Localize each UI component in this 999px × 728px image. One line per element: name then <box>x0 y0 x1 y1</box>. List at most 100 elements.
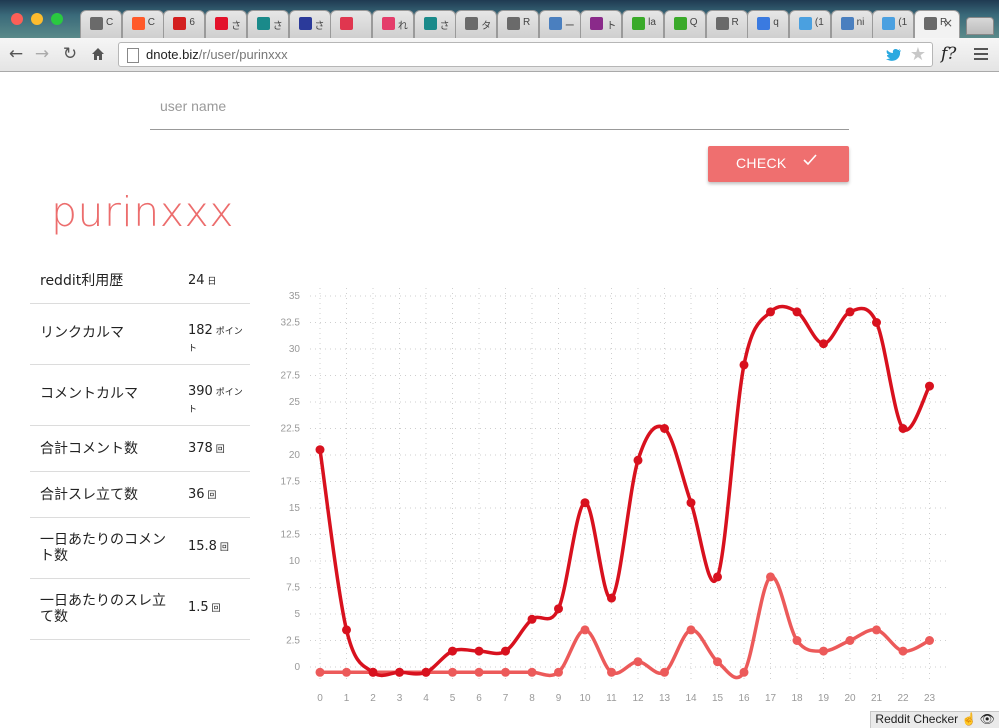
forward-arrow-icon[interactable]: → <box>32 44 52 64</box>
bookmark-star-icon[interactable]: ★ <box>910 44 926 65</box>
browser-tab[interactable]: (1 <box>788 10 831 38</box>
data-point <box>554 667 563 677</box>
maximize-window-button[interactable] <box>51 13 63 25</box>
hatena-icon <box>423 17 437 30</box>
back-arrow-icon[interactable]: ← <box>6 44 26 64</box>
username-field[interactable] <box>150 90 861 130</box>
data-point <box>501 646 510 656</box>
stat-row: 一日あたりのコメント数 15.8 回 <box>30 518 250 579</box>
browser-tab[interactable]: R × <box>914 10 960 38</box>
reload-icon[interactable]: ↻ <box>60 44 80 64</box>
data-point <box>686 498 696 508</box>
reddit-icon <box>840 17 854 30</box>
hand-icon: ☝ <box>961 712 977 726</box>
browser-tab[interactable]: さ <box>246 10 289 38</box>
browser-tab[interactable]: ni <box>830 10 873 38</box>
stat-label: リンクカルマ <box>40 325 124 341</box>
check-button-label: CHECK <box>736 155 787 171</box>
data-point <box>527 667 537 677</box>
browser-tab[interactable]: タ <box>455 10 498 38</box>
stat-unit: 日 <box>204 277 217 287</box>
data-point <box>819 339 828 349</box>
home-icon[interactable] <box>88 44 108 64</box>
tab-strip: C C 6 さ さ さ れ さ タ R ー ト la Q Rq (1 ni (1 R × <box>0 0 999 38</box>
data-point <box>660 667 669 677</box>
browser-tab[interactable] <box>330 10 373 38</box>
data-point <box>527 614 537 624</box>
menu-icon[interactable] <box>974 48 988 60</box>
browser-tab[interactable]: C <box>121 10 164 38</box>
stat-row: コメントカルマ 390 ポイント <box>30 365 250 426</box>
browser-tab[interactable]: C <box>80 10 122 38</box>
x-tick-label: 22 <box>897 693 909 704</box>
series-line-0 <box>318 304 932 678</box>
tab-title: タ <box>481 21 492 32</box>
new-tab-button[interactable] <box>966 17 994 35</box>
browser-tab[interactable]: la <box>622 10 665 38</box>
tab-title: (1 <box>898 17 908 28</box>
username-input[interactable] <box>150 90 861 122</box>
browser-tab[interactable]: R <box>705 10 748 38</box>
twitter-extension-icon[interactable] <box>886 47 902 61</box>
data-point <box>448 646 457 656</box>
series-line-1 <box>319 575 931 680</box>
data-point <box>607 593 616 603</box>
y-tick-label: 12.5 <box>281 530 301 541</box>
close-window-button[interactable] <box>11 13 23 25</box>
browser-tab[interactable]: さ <box>205 10 248 38</box>
stat-value: 36 回 <box>188 487 250 504</box>
data-point <box>580 498 590 508</box>
browser-tab[interactable]: (1 <box>872 10 915 38</box>
close-tab-icon[interactable]: × <box>943 16 953 30</box>
url-path: /r/user/purinxxx <box>198 47 288 62</box>
url-text[interactable]: dnote.biz/r/user/purinxxx <box>146 47 288 62</box>
doc-icon <box>507 17 520 30</box>
browser-tab[interactable]: R <box>497 10 539 38</box>
stat-unit: 回 <box>204 491 217 501</box>
data-point <box>845 307 855 317</box>
browser-tab[interactable]: ト <box>580 10 623 38</box>
data-point <box>501 667 510 677</box>
activity-chart: 02.557.51012.51517.52022.52527.53032.535… <box>281 288 950 704</box>
browser-tab[interactable]: さ <box>288 10 331 38</box>
x-tick-label: 20 <box>844 693 856 704</box>
data-point <box>872 625 881 635</box>
data-point <box>368 667 378 677</box>
browser-tab[interactable]: れ <box>371 10 414 38</box>
browser-toolbar: ← → ↻ dnote.biz/r/user/purinxxx ★ f? <box>0 38 999 72</box>
data-point <box>474 667 484 677</box>
x-tick-label: 2 <box>370 693 376 704</box>
browser-tab[interactable]: さ <box>413 10 456 38</box>
extension-fq-button[interactable]: f? <box>941 44 956 64</box>
x-tick-label: 3 <box>397 693 403 704</box>
doc-icon <box>924 17 937 30</box>
address-bar[interactable]: dnote.biz/r/user/purinxxx ★ <box>118 42 933 67</box>
stat-number: 182 <box>188 323 213 338</box>
tab-title: さ <box>272 21 283 32</box>
y-tick-label: 32.5 <box>281 318 301 329</box>
data-point <box>713 572 722 582</box>
tab-title: (1 <box>814 17 824 28</box>
data-point <box>819 646 828 656</box>
browser-tab[interactable]: Q <box>663 10 706 38</box>
x-tick-label: 9 <box>556 693 562 704</box>
x-tick-label: 4 <box>423 693 429 704</box>
qiita-icon <box>632 17 646 30</box>
data-point <box>554 604 563 614</box>
data-point <box>633 455 643 465</box>
x-tick-label: 15 <box>712 693 724 704</box>
data-point <box>607 667 616 677</box>
y-tick-label: 10 <box>289 556 301 567</box>
stat-number: 390 <box>188 384 213 399</box>
browser-tab[interactable]: 6 <box>163 10 206 38</box>
x-tick-label: 8 <box>529 693 535 704</box>
bird-icon <box>381 17 395 30</box>
browser-tab[interactable]: ー <box>538 10 581 38</box>
tab-title: さ <box>231 21 242 32</box>
tab-title: q <box>773 17 779 28</box>
data-point <box>766 572 775 582</box>
minimize-window-button[interactable] <box>31 13 43 25</box>
check-button[interactable]: CHECK <box>708 146 849 182</box>
browser-tab[interactable]: q <box>747 10 790 38</box>
data-point <box>315 667 325 677</box>
